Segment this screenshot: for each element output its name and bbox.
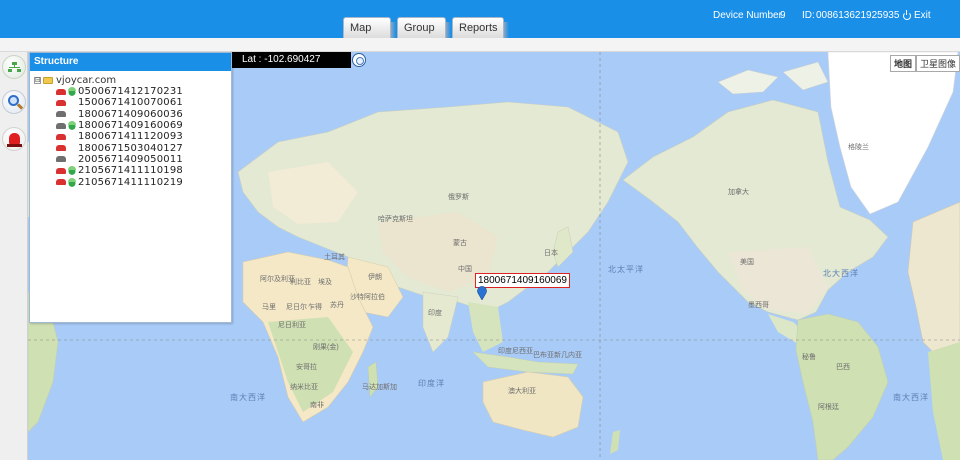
signal-icon bbox=[67, 177, 77, 187]
map-pin-icon[interactable] bbox=[477, 286, 487, 300]
car-icon bbox=[56, 156, 66, 163]
signal-icon bbox=[67, 121, 77, 131]
vehicle-map-label[interactable]: 1800671409160069 bbox=[475, 273, 570, 288]
exit-button[interactable]: Exit bbox=[903, 9, 931, 21]
sub-header-strip bbox=[0, 38, 960, 52]
tree-root-label: vjoycar.com bbox=[56, 75, 117, 86]
device-tree: ⊟ vjoycar.com 0500671412170231 1500671410… bbox=[30, 71, 231, 188]
folder-icon bbox=[43, 77, 53, 84]
car-icon bbox=[56, 145, 66, 152]
device-id-label: 1800671503040127 bbox=[78, 142, 183, 154]
locate-icon[interactable] bbox=[352, 53, 366, 67]
device-id-label: 2105671411110198 bbox=[78, 165, 183, 177]
device-id-label: 1800671409060036 bbox=[78, 108, 183, 120]
alarm-icon bbox=[9, 133, 20, 144]
top-header-bar: Map Group Reports Device Number 9 ID: 00… bbox=[0, 0, 960, 39]
device-tree-item[interactable]: 1800671503040127 bbox=[34, 142, 231, 154]
device-tree-item[interactable]: 1800671409160069 bbox=[34, 120, 231, 131]
main-tabs: Map Group Reports bbox=[343, 17, 510, 39]
signal-icon bbox=[67, 166, 77, 176]
car-icon bbox=[56, 133, 66, 140]
map-type-satellite-button[interactable]: 卫星图像 bbox=[915, 55, 960, 72]
lat-readout: Lat : -102.690427 bbox=[232, 52, 351, 68]
car-icon bbox=[56, 179, 66, 186]
tab-group[interactable]: Group bbox=[397, 17, 451, 39]
power-icon bbox=[903, 9, 911, 20]
id-value: 008613621925935 bbox=[816, 10, 900, 21]
left-toolbar bbox=[0, 52, 28, 460]
car-icon bbox=[56, 122, 66, 129]
device-tree-item[interactable]: 2005671409050011 bbox=[34, 154, 231, 165]
device-id-label: 0500671412170231 bbox=[78, 86, 183, 98]
tab-map[interactable]: Map bbox=[343, 17, 396, 39]
structure-button[interactable] bbox=[2, 55, 26, 79]
structure-panel-title: Structure bbox=[30, 53, 231, 71]
device-id-label: 1500671410070061 bbox=[78, 97, 183, 109]
car-icon bbox=[56, 111, 66, 118]
car-icon bbox=[56, 88, 66, 95]
device-id-label: 1800671409160069 bbox=[78, 120, 183, 132]
device-tree-item[interactable]: 1800671409060036 bbox=[34, 109, 231, 120]
device-id-label: 2005671409050011 bbox=[78, 153, 183, 165]
tab-reports[interactable]: Reports bbox=[452, 17, 509, 39]
device-id-label: 2105671411110219 bbox=[78, 176, 183, 188]
search-button[interactable] bbox=[2, 90, 26, 114]
map-type-toggle: 地图 卫星图像 bbox=[889, 55, 960, 72]
device-tree-item[interactable]: 1500671410070061 bbox=[34, 97, 231, 108]
tree-root[interactable]: ⊟ vjoycar.com bbox=[34, 75, 231, 86]
signal-icon bbox=[67, 87, 77, 97]
collapse-icon[interactable]: ⊟ bbox=[34, 77, 41, 84]
car-icon bbox=[56, 99, 66, 106]
id-label: ID: bbox=[802, 10, 815, 21]
alarm-button[interactable] bbox=[2, 127, 26, 151]
device-tree-item[interactable]: 0500671412170231 bbox=[34, 86, 231, 97]
map-type-roadmap-button[interactable]: 地图 bbox=[889, 55, 916, 72]
device-number-label: Device Number bbox=[713, 10, 782, 21]
device-tree-item[interactable]: 2105671411110198 bbox=[34, 165, 231, 176]
device-id-label: 1800671411120093 bbox=[78, 131, 183, 143]
structure-icon bbox=[8, 62, 21, 72]
structure-panel: Structure ⊟ vjoycar.com 0500671412170231… bbox=[29, 52, 232, 323]
device-tree-item[interactable]: 1800671411120093 bbox=[34, 131, 231, 142]
device-tree-item[interactable]: 2105671411110219 bbox=[34, 176, 231, 188]
device-number-value: 9 bbox=[780, 10, 786, 21]
exit-label: Exit bbox=[914, 10, 931, 21]
car-icon bbox=[56, 167, 66, 174]
